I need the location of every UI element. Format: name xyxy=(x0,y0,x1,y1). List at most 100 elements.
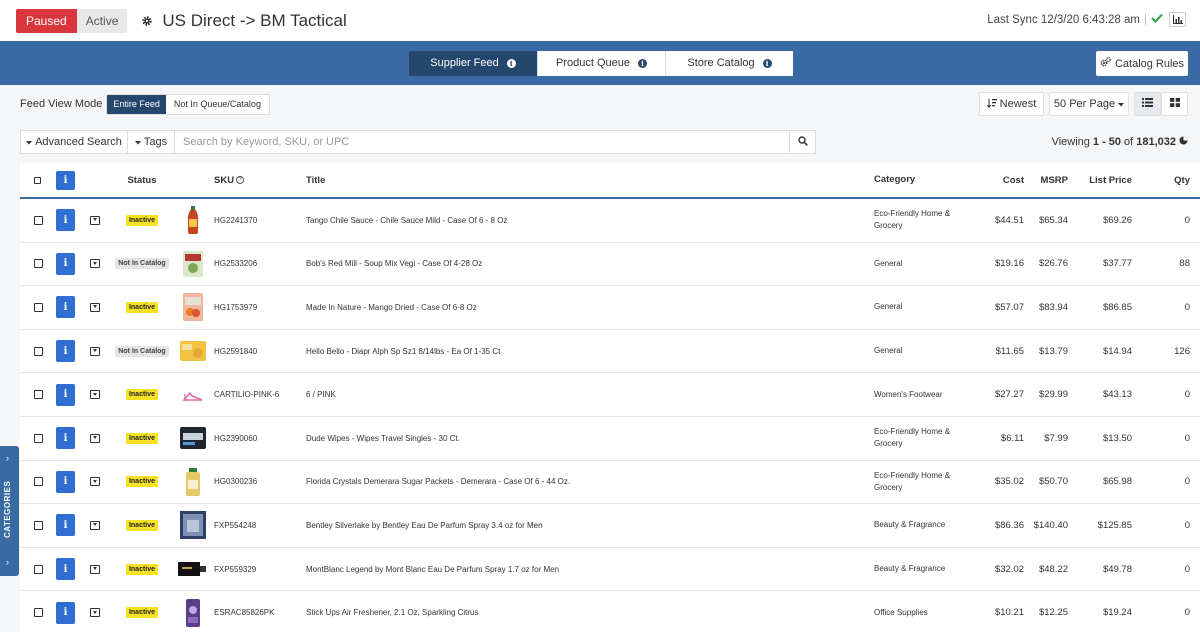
title-header[interactable]: Title xyxy=(306,163,325,197)
title-cell[interactable]: Dude Wipes - Wipes Travel Singles - 30 C… xyxy=(306,417,460,460)
product-thumbnail[interactable] xyxy=(178,373,208,416)
chevron-right-icon[interactable]: › xyxy=(6,453,9,463)
table-row[interactable]: i Inactive HG0300236 Florida Crystals De… xyxy=(20,461,1200,505)
advanced-search-dropdown[interactable]: Advanced Search xyxy=(21,131,128,153)
row-info-button[interactable]: i xyxy=(56,296,75,319)
row-menu-icon[interactable] xyxy=(90,433,100,443)
info-icon[interactable]: i xyxy=(638,58,647,68)
grid-view-button[interactable] xyxy=(1161,92,1188,116)
table-row[interactable]: i Inactive HG2390060 Dude Wipes - Wipes … xyxy=(20,417,1200,461)
row-checkbox[interactable] xyxy=(34,346,43,356)
title-cell[interactable]: Stick Ups Air Freshener, 2.1 Oz, Sparkli… xyxy=(306,591,479,632)
active-button[interactable]: Active xyxy=(76,8,128,33)
row-menu-icon[interactable] xyxy=(90,564,100,574)
title-cell[interactable]: Tango Chile Sauce - Chile Sauce Mild - C… xyxy=(306,199,507,242)
row-checkbox[interactable] xyxy=(34,564,43,574)
title-cell[interactable]: MontBlanc Legend by Mont Blanc Eau De Pa… xyxy=(306,548,559,591)
category-header[interactable]: Category xyxy=(874,163,974,197)
row-menu-icon[interactable] xyxy=(90,259,100,269)
row-menu-icon[interactable] xyxy=(90,477,100,487)
product-thumbnail[interactable] xyxy=(178,199,208,242)
info-icon[interactable]: i xyxy=(506,58,516,68)
table-row[interactable]: i Not In Catalog HG2533206 Bob's Red Mil… xyxy=(20,243,1200,287)
bulk-actions-button[interactable]: i xyxy=(56,170,75,190)
search-input[interactable] xyxy=(175,131,789,153)
status-toggle[interactable]: Paused Active xyxy=(16,8,128,33)
table-row[interactable]: i Inactive FXP559329 MontBlanc Legend by… xyxy=(20,548,1200,592)
product-thumbnail[interactable] xyxy=(178,243,208,286)
per-page-dropdown[interactable]: 50 Per Page xyxy=(1049,92,1129,116)
row-menu-icon[interactable] xyxy=(90,302,100,312)
table-row[interactable]: i Inactive HG1753979 Made In Nature - Ma… xyxy=(20,286,1200,330)
entire-feed-button[interactable]: Entire Feed xyxy=(107,94,166,114)
not-in-queue-button[interactable]: Not In Queue/Catalog xyxy=(165,94,269,114)
gear-icon[interactable] xyxy=(141,15,153,27)
row-info-button[interactable]: i xyxy=(56,514,75,537)
title-cell[interactable]: Hello Bello - Diapr Alph Sp Sz1 8/14lbs … xyxy=(306,330,500,373)
list-view-button[interactable] xyxy=(1134,92,1161,116)
table-row[interactable]: i Not In Catalog HG2591840 Hello Bello -… xyxy=(20,330,1200,374)
row-menu-icon[interactable] xyxy=(90,608,100,618)
product-thumbnail[interactable] xyxy=(178,504,208,547)
row-info-button[interactable]: i xyxy=(56,427,75,450)
table-row[interactable]: i Inactive ESRAC85826PK Stick Ups Air Fr… xyxy=(20,591,1200,632)
row-info-button[interactable]: i xyxy=(56,601,75,624)
row-info-button[interactable]: i xyxy=(56,470,75,493)
title-cell[interactable]: Bob's Red Mill - Soup Mix Vegi - Case Of… xyxy=(306,243,482,286)
row-info-button[interactable]: i xyxy=(56,558,75,581)
table-row[interactable]: i Inactive FXP554248 Bentley Silverlake … xyxy=(20,504,1200,548)
chart-icon[interactable] xyxy=(1169,12,1186,27)
row-checkbox[interactable] xyxy=(34,477,43,487)
status-header[interactable]: Status xyxy=(108,163,176,197)
sort-dropdown[interactable]: Newest xyxy=(979,92,1044,116)
title-cell[interactable]: 6 / PINK xyxy=(306,373,336,416)
row-checkbox[interactable] xyxy=(34,390,43,400)
row-info-button[interactable]: i xyxy=(56,340,75,363)
row-info-button[interactable]: i xyxy=(56,383,75,406)
row-checkbox[interactable] xyxy=(34,608,43,618)
table-row[interactable]: i Inactive HG2241370 Tango Chile Sauce -… xyxy=(20,199,1200,243)
tab-supplier-feed[interactable]: Supplier Feed i xyxy=(409,50,537,76)
table-row[interactable]: i Inactive CARTILIO-PINK-6 6 / PINK Wome… xyxy=(20,373,1200,417)
sku-header[interactable]: SKU ? xyxy=(214,163,245,197)
product-thumbnail[interactable] xyxy=(178,591,208,632)
product-thumbnail[interactable] xyxy=(178,286,208,329)
product-thumbnail[interactable] xyxy=(178,417,208,460)
info-icon[interactable]: i xyxy=(762,58,772,68)
row-checkbox[interactable] xyxy=(34,259,43,269)
list-price-header[interactable]: List Price xyxy=(1089,163,1132,197)
row-menu-icon[interactable] xyxy=(90,215,100,225)
row-checkbox[interactable] xyxy=(34,520,43,530)
msrp-header[interactable]: MSRP xyxy=(1041,163,1068,197)
categories-sidebar-tab[interactable]: › CATEGORIES › xyxy=(0,446,19,576)
qty-cell: 0 xyxy=(1184,432,1190,444)
row-menu-icon[interactable] xyxy=(90,520,100,530)
product-thumbnail[interactable] xyxy=(178,548,208,591)
tab-store-catalog[interactable]: Store Catalog i xyxy=(665,50,793,76)
catalog-rules-button[interactable]: Catalog Rules xyxy=(1096,51,1188,76)
row-checkbox[interactable] xyxy=(34,215,43,225)
title-cell[interactable]: Bentley Silverlake by Bentley Eau De Par… xyxy=(306,504,543,547)
paused-button[interactable]: Paused xyxy=(16,8,77,33)
select-all-checkbox[interactable] xyxy=(34,176,41,184)
pie-icon[interactable] xyxy=(1179,136,1188,148)
cost-header[interactable]: Cost xyxy=(1003,163,1024,197)
row-info-button[interactable]: i xyxy=(56,252,75,275)
tags-dropdown[interactable]: Tags xyxy=(128,131,175,153)
chevron-right-icon[interactable]: › xyxy=(6,557,9,567)
row-menu-icon[interactable] xyxy=(90,346,100,356)
product-thumbnail[interactable] xyxy=(178,461,208,504)
feed-view-mode-toggle[interactable]: Entire Feed Not In Queue/Catalog xyxy=(106,93,270,115)
title-cell[interactable]: Florida Crystals Demerara Sugar Packets … xyxy=(306,461,570,504)
tab-product-queue[interactable]: Product Queue i xyxy=(537,50,665,76)
row-checkbox[interactable] xyxy=(34,433,43,443)
search-button[interactable] xyxy=(789,131,815,153)
row-menu-icon[interactable] xyxy=(90,390,100,400)
row-info-button[interactable]: i xyxy=(56,209,75,232)
product-thumbnail[interactable] xyxy=(178,330,208,373)
last-sync-text: Last Sync 12/3/20 6:43:28 am xyxy=(987,13,1140,26)
row-checkbox[interactable] xyxy=(34,302,43,312)
help-icon[interactable]: ? xyxy=(236,176,245,184)
title-cell[interactable]: Made In Nature - Mango Dried - Case Of 6… xyxy=(306,286,477,329)
qty-header[interactable]: Qty xyxy=(1174,163,1190,197)
